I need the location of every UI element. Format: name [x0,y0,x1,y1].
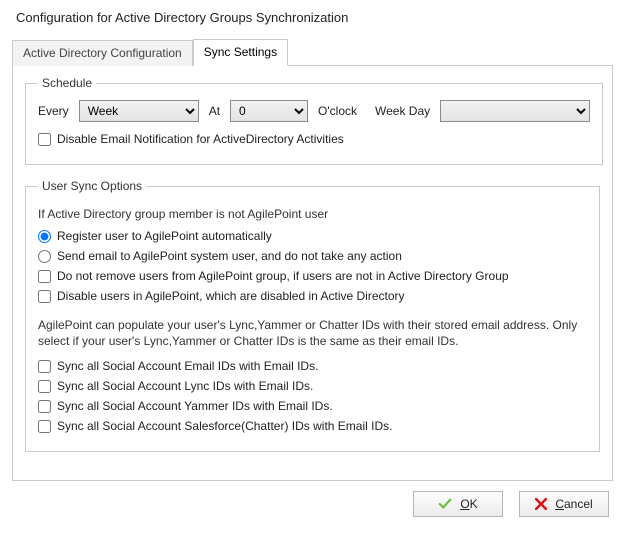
oclock-label: O'clock [318,104,357,118]
check-sync-yammer-label: Sync all Social Account Yammer IDs with … [57,399,333,413]
tab-ad-configuration[interactable]: Active Directory Configuration [12,40,193,66]
schedule-group: Schedule Every Week At 0 O'clock Week Da… [25,76,603,165]
x-icon [535,498,547,510]
check-do-not-remove[interactable] [38,270,51,283]
dialog-button-bar: OK Cancel [12,481,613,517]
social-note: AgilePoint can populate your user's Lync… [38,317,587,349]
schedule-legend: Schedule [38,76,96,90]
user-sync-group: User Sync Options If Active Directory gr… [25,179,600,452]
check-sync-yammer[interactable] [38,400,51,413]
every-label: Every [38,104,69,118]
every-select[interactable]: Week [79,100,199,122]
user-sync-legend: User Sync Options [38,179,146,193]
dialog-title: Configuration for Active Directory Group… [16,10,613,25]
weekday-select[interactable] [440,100,590,122]
radio-send-email-label: Send email to AgilePoint system user, an… [57,249,402,263]
tab-sync-settings[interactable]: Sync Settings [193,39,288,66]
weekday-label: Week Day [375,104,430,118]
check-sync-lync[interactable] [38,380,51,393]
check-disable-users-label: Disable users in AgilePoint, which are d… [57,289,405,303]
check-do-not-remove-label: Do not remove users from AgilePoint grou… [57,269,509,283]
check-sync-email[interactable] [38,360,51,373]
radio-register-auto-label: Register user to AgilePoint automaticall… [57,229,272,243]
radio-send-email[interactable] [38,250,51,263]
check-sync-lync-label: Sync all Social Account Lync IDs with Em… [57,379,313,393]
check-disable-users[interactable] [38,290,51,303]
check-sync-chatter-label: Sync all Social Account Salesforce(Chatt… [57,419,392,433]
hour-select[interactable]: 0 [230,100,308,122]
ok-button[interactable]: OK [413,491,503,517]
check-sync-chatter[interactable] [38,420,51,433]
user-sync-heading: If Active Directory group member is not … [38,207,587,221]
sync-settings-panel: Schedule Every Week At 0 O'clock Week Da… [12,65,613,481]
cancel-button-label: Cancel [555,497,592,511]
tab-strip: Active Directory Configuration Sync Sett… [12,39,613,66]
disable-email-checkbox[interactable] [38,133,51,146]
cancel-button[interactable]: Cancel [519,491,609,517]
check-icon [438,497,452,511]
at-label: At [209,104,220,118]
radio-register-auto[interactable] [38,230,51,243]
check-sync-email-label: Sync all Social Account Email IDs with E… [57,359,318,373]
disable-email-label: Disable Email Notification for ActiveDir… [57,132,344,146]
ok-button-label: OK [460,497,477,511]
